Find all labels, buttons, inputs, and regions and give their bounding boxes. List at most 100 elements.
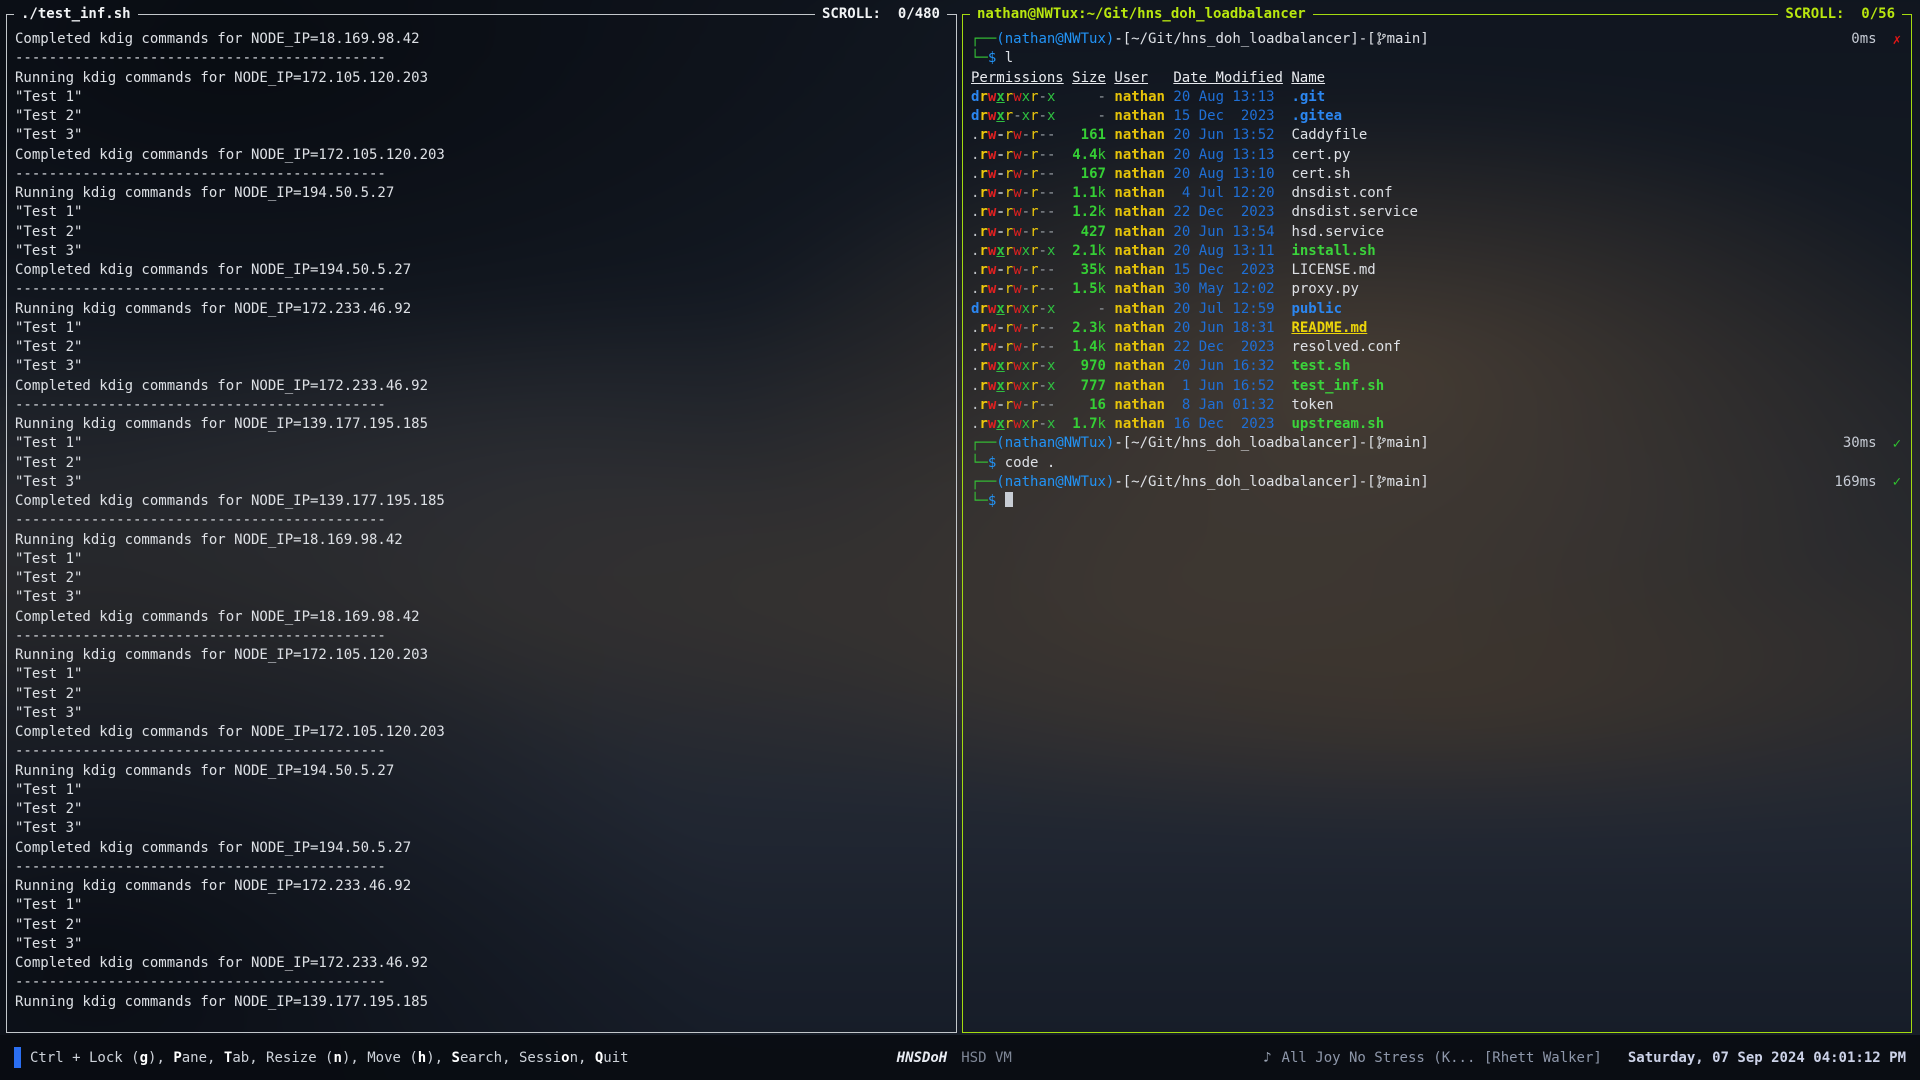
terminal-output-line: "Test 2" <box>15 107 956 126</box>
datetime-label: Saturday, 07 Sep 2024 04:01:12 PM <box>1628 1050 1906 1066</box>
terminal-output-line: Completed kdig commands for NODE_IP=172.… <box>15 146 956 165</box>
terminal-output-line: ----------------------------------------… <box>15 280 956 299</box>
terminal-output-line: Completed kdig commands for NODE_IP=172.… <box>15 954 956 973</box>
listing-row: drwxrwxr-x - nathan 20 Jul 12:59 public <box>971 300 1911 319</box>
shell-command-line: └─$ code . <box>971 454 1911 473</box>
shell-prompt-line: ┌──(nathan@NWTux)-[~/Git/hns_doh_loadbal… <box>971 30 1911 49</box>
terminal-output-line: Completed kdig commands for NODE_IP=18.1… <box>15 30 956 49</box>
listing-row: .rwxrwxr-x 2.1k nathan 20 Aug 13:11 inst… <box>971 242 1911 261</box>
terminal-output-line: Running kdig commands for NODE_IP=172.23… <box>15 877 956 896</box>
terminal-output-line: Completed kdig commands for NODE_IP=172.… <box>15 377 956 396</box>
terminal-output-line: Completed kdig commands for NODE_IP=139.… <box>15 492 956 511</box>
listing-row: .rw-rw-r-- 4.4k nathan 20 Aug 13:13 cert… <box>971 146 1911 165</box>
terminal-output-line: "Test 2" <box>15 338 956 357</box>
terminal-output-line: "Test 1" <box>15 896 956 915</box>
left-pane-output[interactable]: Completed kdig commands for NODE_IP=18.1… <box>7 14 956 1032</box>
session-name: HNSDoH <box>897 1050 948 1066</box>
terminal-output-line: "Test 1" <box>15 550 956 569</box>
terminal-output-line: "Test 3" <box>15 704 956 723</box>
terminal-output-line: Completed kdig commands for NODE_IP=194.… <box>15 261 956 280</box>
terminal-output-line: Completed kdig commands for NODE_IP=194.… <box>15 839 956 858</box>
terminal-output-line: ----------------------------------------… <box>15 49 956 68</box>
shell-command-line: └─$ <box>971 492 1911 511</box>
listing-row: .rw-rw-r-- 427 nathan 20 Jun 13:54 hsd.s… <box>971 223 1911 242</box>
listing-row: .rw-rw-r-- 16 nathan 8 Jan 01:32 token <box>971 396 1911 415</box>
listing-row: .rw-rw-r-- 1.4k nathan 22 Dec 2023 resol… <box>971 338 1911 357</box>
success-check-icon: ✓ <box>1893 436 1901 452</box>
listing-header: Permissions Size User Date Modified Name <box>971 69 1911 88</box>
listing-row: .rw-rw-r-- 1.1k nathan 4 Jul 12:20 dnsdi… <box>971 184 1911 203</box>
terminal-output-line: "Test 3" <box>15 935 956 954</box>
listing-row: .rwxrwxr-x 1.7k nathan 16 Dec 2023 upstr… <box>971 415 1911 434</box>
terminal-output-line: "Test 1" <box>15 665 956 684</box>
git-branch-icon <box>1377 436 1386 455</box>
terminal-output-line: Running kdig commands for NODE_IP=18.169… <box>15 531 956 550</box>
terminal-output-line: "Test 1" <box>15 319 956 338</box>
listing-row: drwxrwxr-x - nathan 20 Aug 13:13 .git <box>971 88 1911 107</box>
music-icon: ♪ <box>1263 1050 1271 1066</box>
listing-row: drwxr-xr-x - nathan 15 Dec 2023 .gitea <box>971 107 1911 126</box>
terminal-output-line: Running kdig commands for NODE_IP=139.17… <box>15 415 956 434</box>
terminal-output-line: "Test 2" <box>15 685 956 704</box>
terminal-output-line: "Test 2" <box>15 454 956 473</box>
listing-row: .rwxrwxr-x 970 nathan 20 Jun 16:32 test.… <box>971 357 1911 376</box>
terminal-output-line: ----------------------------------------… <box>15 627 956 646</box>
terminal-output-line: "Test 3" <box>15 473 956 492</box>
terminal-output-line: Running kdig commands for NODE_IP=194.50… <box>15 762 956 781</box>
success-check-icon: ✓ <box>1893 474 1901 490</box>
listing-row: .rw-rw-r-- 1.2k nathan 22 Dec 2023 dnsdi… <box>971 203 1911 222</box>
left-terminal-pane[interactable]: ./test_inf.sh SCROLL: 0/480 Completed kd… <box>6 14 957 1033</box>
terminal-output-line: Running kdig commands for NODE_IP=172.23… <box>15 300 956 319</box>
terminal-output-line: Running kdig commands for NODE_IP=194.50… <box>15 184 956 203</box>
terminal-cursor <box>1005 492 1013 507</box>
listing-row: .rw-rw-r-- 167 nathan 20 Aug 13:10 cert.… <box>971 165 1911 184</box>
terminal-output-line: ----------------------------------------… <box>15 858 956 877</box>
shell-command-line: └─$ l <box>971 49 1911 68</box>
keybind-hints: Ctrl + Lock (g), Pane, Tab, Resize (n), … <box>30 1050 629 1066</box>
command-status-chip: 30ms✓ <box>1843 434 1901 453</box>
status-bar-right: ♪ All Joy No Stress (K... [Rhett Walker]… <box>1263 1050 1906 1066</box>
terminal-output-line: "Test 1" <box>15 203 956 222</box>
terminal-output-line: ----------------------------------------… <box>15 742 956 761</box>
listing-row: .rwxrwxr-x 777 nathan 1 Jun 16:52 test_i… <box>971 377 1911 396</box>
terminal-output-line: "Test 1" <box>15 88 956 107</box>
git-branch-icon <box>1377 32 1386 51</box>
terminal-output-line: "Test 1" <box>15 434 956 453</box>
terminal-output-line: "Test 3" <box>15 357 956 376</box>
terminal-output-line: ----------------------------------------… <box>15 165 956 184</box>
shell-prompt-line: ┌──(nathan@NWTux)-[~/Git/hns_doh_loadbal… <box>971 473 1911 492</box>
terminal-output-line: "Test 2" <box>15 800 956 819</box>
right-pane-output[interactable]: ┌──(nathan@NWTux)-[~/Git/hns_doh_loadbal… <box>963 14 1911 1032</box>
error-cross-icon: ✗ <box>1893 32 1901 48</box>
terminal-output-line: "Test 3" <box>15 242 956 261</box>
terminal-output-line: ----------------------------------------… <box>15 973 956 992</box>
right-terminal-pane[interactable]: nathan@NWTux:~/Git/hns_doh_loadbalancer … <box>962 14 1912 1033</box>
listing-row: .rw-rw-r-- 161 nathan 20 Jun 13:52 Caddy… <box>971 126 1911 145</box>
terminal-output-line: ----------------------------------------… <box>15 511 956 530</box>
terminal-output-line: "Test 3" <box>15 819 956 838</box>
listing-row: .rw-rw-r-- 35k nathan 15 Dec 2023 LICENS… <box>971 261 1911 280</box>
terminal-output-line: "Test 2" <box>15 916 956 935</box>
listing-row: .rw-rw-r-- 1.5k nathan 30 May 12:02 prox… <box>971 280 1911 299</box>
now-playing-label: All Joy No Stress (K... [Rhett Walker] <box>1282 1050 1602 1066</box>
terminal-output-line: Running kdig commands for NODE_IP=172.10… <box>15 69 956 88</box>
terminal-output-line: Running kdig commands for NODE_IP=139.17… <box>15 993 956 1012</box>
command-status-chip: 0ms✗ <box>1851 30 1901 49</box>
terminal-output-line: Running kdig commands for NODE_IP=172.10… <box>15 646 956 665</box>
terminal-output-line: Completed kdig commands for NODE_IP=172.… <box>15 723 956 742</box>
tab-name: HSD VM <box>961 1050 1012 1066</box>
terminal-output-line: "Test 1" <box>15 781 956 800</box>
git-branch-icon <box>1377 475 1386 494</box>
terminal-output-line: "Test 3" <box>15 588 956 607</box>
mode-indicator-bar <box>14 1047 21 1068</box>
desktop: ./test_inf.sh SCROLL: 0/480 Completed kd… <box>0 0 1920 1080</box>
shell-prompt-line: ┌──(nathan@NWTux)-[~/Git/hns_doh_loadbal… <box>971 434 1911 453</box>
command-status-chip: 169ms✓ <box>1834 473 1901 492</box>
terminal-output-line: "Test 2" <box>15 569 956 588</box>
terminal-output-line: Completed kdig commands for NODE_IP=18.1… <box>15 608 956 627</box>
terminal-output-line: "Test 2" <box>15 223 956 242</box>
session-info: HNSDoH HSD VM <box>897 1050 1012 1066</box>
terminal-output-line: ----------------------------------------… <box>15 396 956 415</box>
listing-row: .rw-rw-r-- 2.3k nathan 20 Jun 18:31 READ… <box>971 319 1911 338</box>
status-bar: Ctrl + Lock (g), Pane, Tab, Resize (n), … <box>0 1035 1920 1080</box>
